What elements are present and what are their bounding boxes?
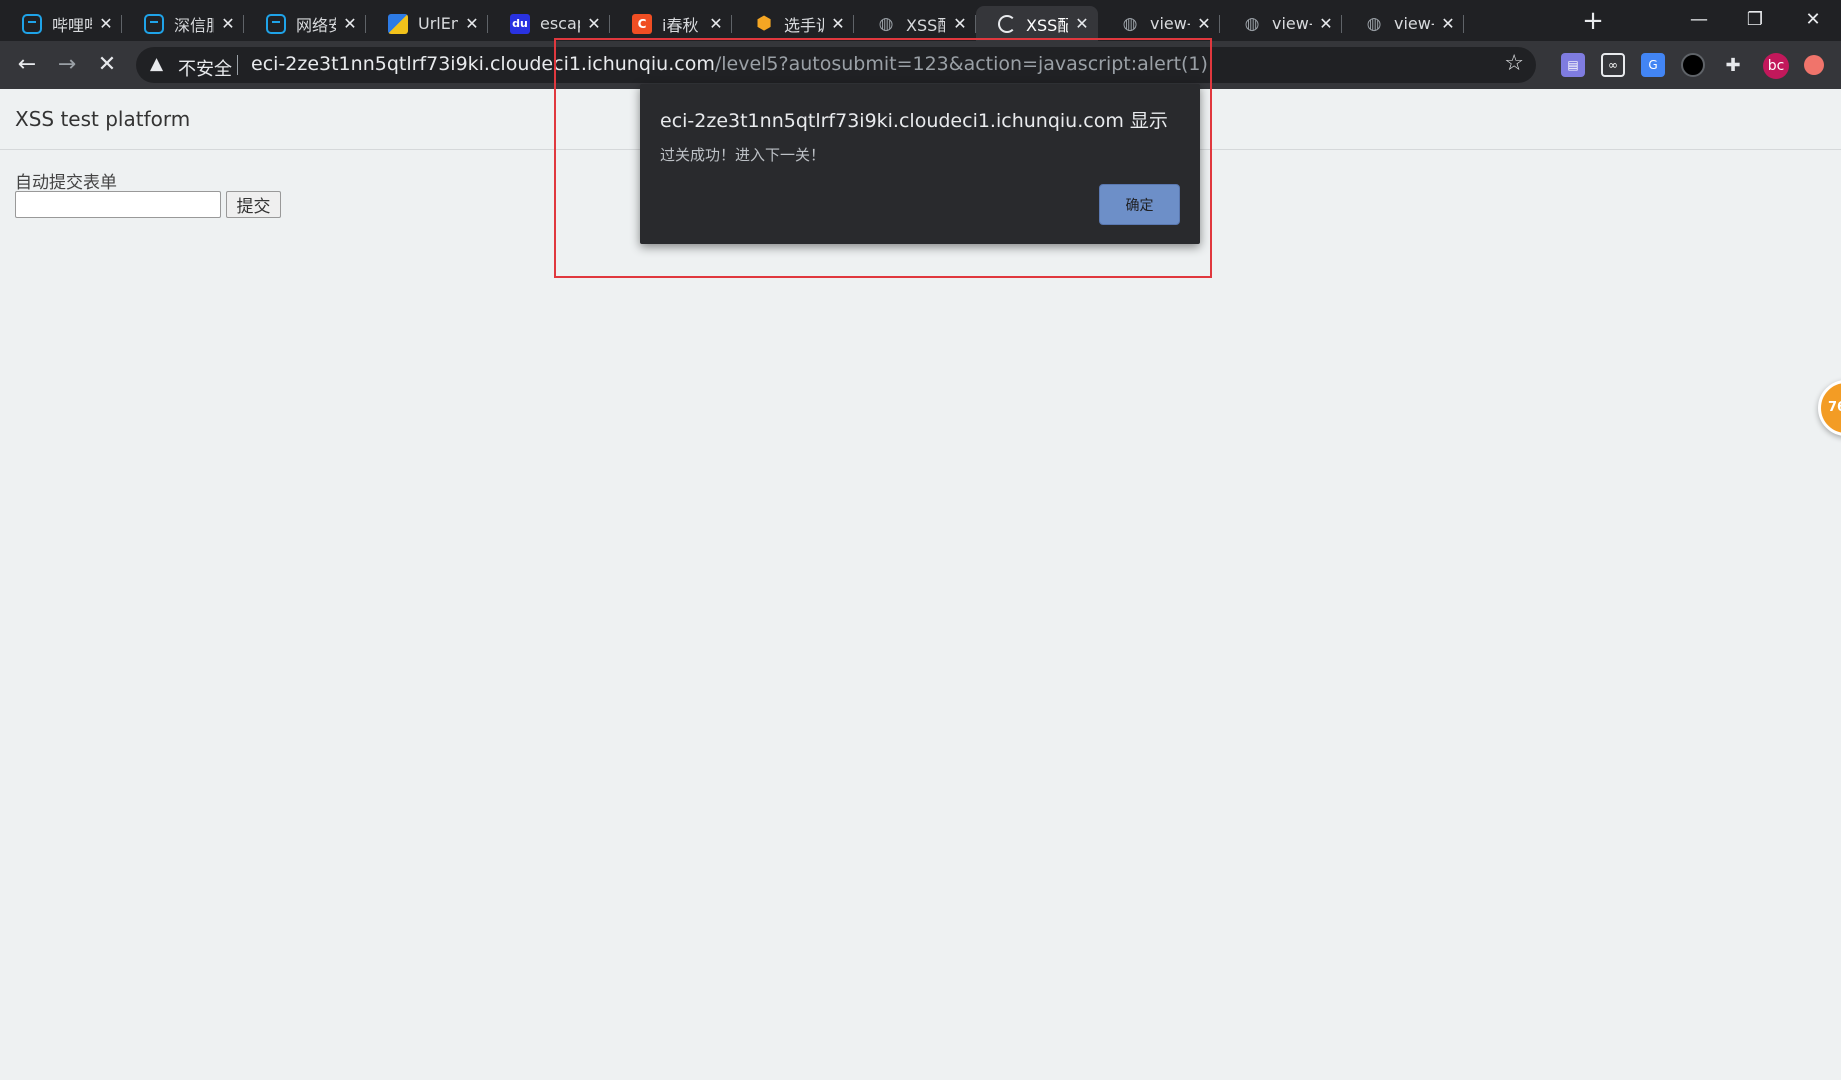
close-icon[interactable]: ✕ [220,14,236,33]
glasses-extension-icon[interactable]: ∞ [1601,53,1625,77]
loading-icon [998,14,1016,33]
tab-xss-config-active[interactable]: XSS配置 ✕ [976,6,1098,41]
tab-bilibili[interactable]: 哔哩哔哩 ✕ [0,6,122,41]
tab-title: UrlEncode [418,14,458,33]
badge-count: 76 [1828,400,1841,415]
tab-title: i春秋 X [662,15,702,35]
close-icon[interactable]: ✕ [586,14,602,33]
floating-badge[interactable]: 76 [1818,380,1841,436]
close-window-icon[interactable]: ✕ [1785,2,1841,38]
urlencode-icon [388,13,408,34]
bookmark-star-icon[interactable]: ☆ [1504,51,1524,76]
tab-title: view-source [1394,14,1434,33]
tab-view-source-3[interactable]: ◍ view-source ✕ [1342,6,1464,41]
close-icon[interactable]: ✕ [708,14,724,33]
close-icon[interactable]: ✕ [1196,14,1212,33]
tab-sangfor[interactable]: 深信服 ✕ [122,6,244,41]
tab-title: escape [540,14,580,33]
tab-view-source-1[interactable]: ◍ view-source ✕ [1098,6,1220,41]
tab-title: 深信服 [174,15,214,35]
close-icon[interactable]: ✕ [98,14,114,33]
update-icon[interactable] [1804,55,1824,75]
new-tab-button[interactable]: + [1577,5,1609,37]
close-icon[interactable]: ✕ [1074,14,1090,33]
close-icon[interactable]: ✕ [830,14,846,33]
translate-extension-icon[interactable]: G [1641,53,1665,77]
warning-icon[interactable]: ▲ [150,54,163,74]
tab-title: view-source [1150,14,1190,33]
minimize-icon[interactable]: — [1671,2,1727,38]
baidu-icon: du [510,13,530,34]
bilibili-icon [144,13,164,34]
submit-button[interactable]: 提交 [226,191,281,218]
tab-title: XSS配置 [906,15,946,35]
close-icon[interactable]: ✕ [342,14,358,33]
restore-icon[interactable]: ❐ [1727,2,1783,38]
puzzle-extensions-icon[interactable]: ✚ [1721,53,1745,77]
globe-icon: ◍ [1366,13,1382,34]
close-icon[interactable]: ✕ [1440,14,1456,33]
tab-urlencode[interactable]: UrlEncode ✕ [366,6,488,41]
circle-extension-icon[interactable] [1681,53,1705,77]
globe-icon: ◍ [878,13,894,34]
profile-avatar[interactable]: bc [1763,53,1789,79]
ichunqiu-icon: C [632,13,652,34]
bilibili-icon [266,13,286,34]
globe-icon: ◍ [1244,13,1260,34]
back-icon[interactable]: ← [11,49,43,81]
bilibili-icon [22,13,42,34]
tab-netsec[interactable]: 网络安全 ✕ [244,6,366,41]
tab-title: 哔哩哔哩 [52,15,92,35]
close-icon[interactable]: ✕ [952,14,968,33]
form-label: 自动提交表单 [15,173,117,193]
tab-xss-config[interactable]: ◍ XSS配置 ✕ [854,6,976,41]
divider [237,55,238,75]
tab-title: XSS配置 [1026,15,1068,35]
tab-title: 选手训练 [784,15,824,35]
tab-escape[interactable]: du escape ✕ [488,6,610,41]
text-input[interactable] [15,191,221,218]
close-icon[interactable]: ✕ [1318,14,1334,33]
globe-icon: ◍ [1122,13,1138,34]
forward-icon[interactable]: → [51,49,83,81]
tab-title: 网络安全 [296,15,336,35]
security-status[interactable]: 不安全 [178,55,232,81]
close-icon[interactable]: ✕ [464,14,480,33]
stop-loading-icon[interactable]: ✕ [91,49,123,81]
pdf-extension-icon[interactable]: ▤ [1561,53,1585,77]
tab-ichunqiu[interactable]: C i春秋 X ✕ [610,6,732,41]
tab-title: view-source [1272,14,1312,33]
tab-training[interactable]: ⬢ 选手训练 ✕ [732,6,854,41]
cube-icon: ⬢ [756,13,772,34]
tab-view-source-2[interactable]: ◍ view-source ✕ [1220,6,1342,41]
tab-strip: 哔哩哔哩 ✕ 深信服 ✕ 网络安全 ✕ UrlEncode ✕ du escap… [0,0,1841,41]
page-title: XSS test platform [15,107,191,131]
annotation-highlight-box [554,38,1212,278]
